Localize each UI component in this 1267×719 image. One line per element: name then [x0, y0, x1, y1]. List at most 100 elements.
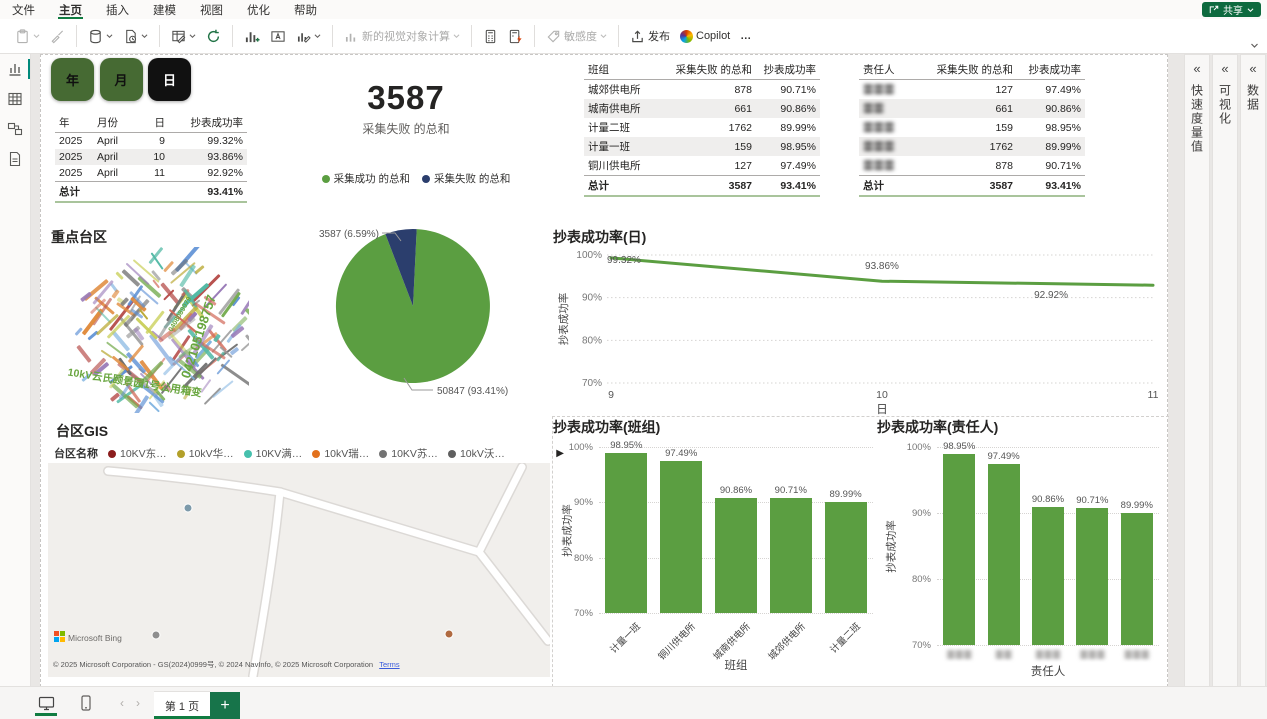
gis-legend-item[interactable]: 10KV苏… [379, 446, 438, 461]
menu-文件[interactable]: 文件 [0, 0, 47, 19]
bar-〓〓〓[interactable] [943, 454, 975, 645]
mobile-view-button[interactable] [72, 689, 100, 717]
wordcloud-canvas: 04210519875710kV云氏颐景园1号公用箱变0408089079 [59, 247, 249, 413]
legend-dot-icon [312, 450, 320, 458]
report-view-button[interactable] [0, 54, 30, 84]
report-page-canvas[interactable]: 年月日 年月份日抄表成功率2025April999.32%2025April10… [40, 54, 1168, 687]
table-row[interactable]: 2025April1093.86% [55, 149, 247, 165]
pane-快速度量值[interactable]: «快速度量值 [1184, 54, 1210, 687]
gis-legend-item[interactable]: 10kV沃… [448, 446, 505, 461]
table-row[interactable]: 〓〓〓176289.99% [859, 137, 1085, 156]
slicer-button-日[interactable]: 日 [148, 58, 191, 101]
publish-button[interactable]: 发布 [625, 23, 675, 49]
dax-query-view-button[interactable] [0, 144, 30, 174]
collection-pie-chart[interactable]: 3587 (6.59%)50847 (93.41%) [291, 191, 541, 406]
menu-帮助[interactable]: 帮助 [282, 0, 329, 19]
bar-〓〓〓[interactable] [1076, 508, 1108, 645]
slicer-button-年[interactable]: 年 [51, 58, 94, 101]
table-view-button[interactable] [0, 84, 30, 114]
gis-legend-item[interactable]: 10KV满… [244, 446, 303, 461]
gis-legend-item[interactable]: 10kV瑞… [312, 446, 369, 461]
new-visual-calculation-button[interactable]: 新的视觉对象计算 [339, 23, 465, 49]
new-visual-button[interactable] [239, 23, 265, 49]
gis-legend-item[interactable]: 10kV华… [177, 446, 234, 461]
menu-主页[interactable]: 主页 [47, 0, 94, 19]
menu-建模[interactable]: 建模 [141, 0, 188, 19]
bar-chart-team[interactable]: 抄表成功率(班组) 100%90%80%70%98.95%计量一班97.49%铜… [553, 417, 879, 687]
new-measure-button[interactable] [478, 23, 503, 49]
bar-铜川供电所[interactable] [660, 461, 702, 613]
pane-可视化[interactable]: «可视化 [1212, 54, 1238, 687]
transform-data-button[interactable] [166, 23, 201, 49]
table-row[interactable]: 计量一班15998.95% [584, 137, 820, 156]
add-page-button[interactable]: + [210, 692, 240, 719]
menu-视图[interactable]: 视图 [188, 0, 235, 19]
owner-summary-table[interactable]: 责任人采集失败 的总和抄表成功率〓〓〓12797.49%〓〓66190.86%〓… [859, 60, 1085, 197]
table-row[interactable]: 〓〓66190.86% [859, 99, 1085, 118]
bar-城郊供电所[interactable] [770, 498, 812, 613]
legend-item[interactable]: 采集失败 的总和 [422, 171, 510, 186]
toolbar-separator [471, 25, 472, 47]
menu-优化[interactable]: 优化 [235, 0, 282, 19]
desktop-view-button[interactable] [32, 689, 60, 717]
share-button[interactable]: 共享 [1202, 2, 1261, 17]
line-chart-daily[interactable]: 抄表成功率(日) 100%90%80%70%99.32%93.86%92.92%… [553, 227, 1169, 417]
quick-measure-button[interactable] [503, 23, 528, 49]
table-row[interactable]: 城南供电所66190.86% [584, 99, 820, 118]
kpi-card[interactable]: 3587 采集失败 的总和 [291, 79, 521, 137]
table-row[interactable]: 2025April1192.92% [55, 165, 247, 182]
sensitivity-button[interactable]: 敏感度 [541, 23, 612, 49]
map-point[interactable] [152, 631, 160, 639]
legend-item[interactable]: 采集成功 的总和 [322, 171, 410, 186]
map-attribution: © 2025 Microsoft Corporation - GS(2024)0… [53, 659, 400, 670]
table-row[interactable]: 城郊供电所87890.71% [584, 80, 820, 100]
cell: 97.49% [1017, 80, 1085, 100]
slicer-button-月[interactable]: 月 [100, 58, 143, 101]
cell: 661 [662, 99, 756, 118]
table-row[interactable]: 〓〓〓15998.95% [859, 118, 1085, 137]
gis-legend-item[interactable]: 10KV东… [108, 446, 167, 461]
bar-〓〓〓[interactable] [1032, 507, 1064, 645]
team-summary-table[interactable]: 班组采集失败 的总和抄表成功率城郊供电所87890.71%城南供电所66190.… [584, 60, 820, 197]
paste-button[interactable] [10, 23, 45, 49]
bar-计量一班[interactable] [605, 453, 647, 613]
cell: 97.49% [756, 156, 820, 176]
gis-map[interactable]: Microsoft Bing [48, 463, 550, 677]
bar-城南供电所[interactable] [715, 498, 757, 613]
text-box-button[interactable] [265, 23, 291, 49]
table-row[interactable]: 2025April999.32% [55, 133, 247, 150]
copilot-button[interactable]: Copilot [675, 23, 735, 49]
recent-sources-button[interactable] [118, 23, 153, 49]
table-row[interactable]: 〓〓〓87890.71% [859, 156, 1085, 176]
bar-〓〓[interactable] [988, 464, 1020, 645]
menu-插入[interactable]: 插入 [94, 0, 141, 19]
chevron-down-icon [600, 33, 607, 39]
expand-pane-icon: « [1249, 61, 1256, 76]
more-visuals-button[interactable] [291, 23, 326, 49]
table-row[interactable]: 铜川供电所12797.49% [584, 156, 820, 176]
total-cell: 3587 [923, 176, 1017, 197]
prev-page-arrow[interactable]: ‹ [114, 696, 130, 710]
legend-dot-icon [422, 175, 430, 183]
format-painter-button[interactable] [45, 23, 70, 49]
get-data-button[interactable] [83, 23, 118, 49]
model-view-button[interactable] [0, 114, 30, 144]
date-summary-table[interactable]: 年月份日抄表成功率2025April999.32%2025April1093.8… [55, 113, 247, 203]
table-row[interactable]: 〓〓〓12797.49% [859, 80, 1085, 100]
y-axis-title: 抄表成功率 [884, 507, 899, 587]
next-page-arrow[interactable]: › [130, 696, 146, 710]
bar-chart-owner[interactable]: 抄表成功率(责任人) 100%90%80%70%98.95%〓〓〓97.49%〓… [877, 417, 1169, 687]
map-terms-link[interactable]: Terms [379, 660, 399, 669]
cell: 11 [139, 165, 169, 182]
ribbon-collapse-chevron[interactable] [1250, 38, 1259, 52]
table-row[interactable]: 计量二班176289.99% [584, 118, 820, 137]
map-point[interactable] [445, 630, 453, 638]
bar-计量二班[interactable] [825, 502, 867, 613]
map-point[interactable] [184, 504, 192, 512]
pane-数据[interactable]: «数据 [1240, 54, 1266, 687]
publish-label: 发布 [648, 28, 670, 44]
page-tab-1[interactable]: 第 1 页 [154, 691, 210, 719]
toolbar-more-button[interactable]: … [735, 23, 757, 49]
bar-〓〓〓[interactable] [1121, 513, 1153, 645]
refresh-button[interactable] [201, 23, 226, 49]
